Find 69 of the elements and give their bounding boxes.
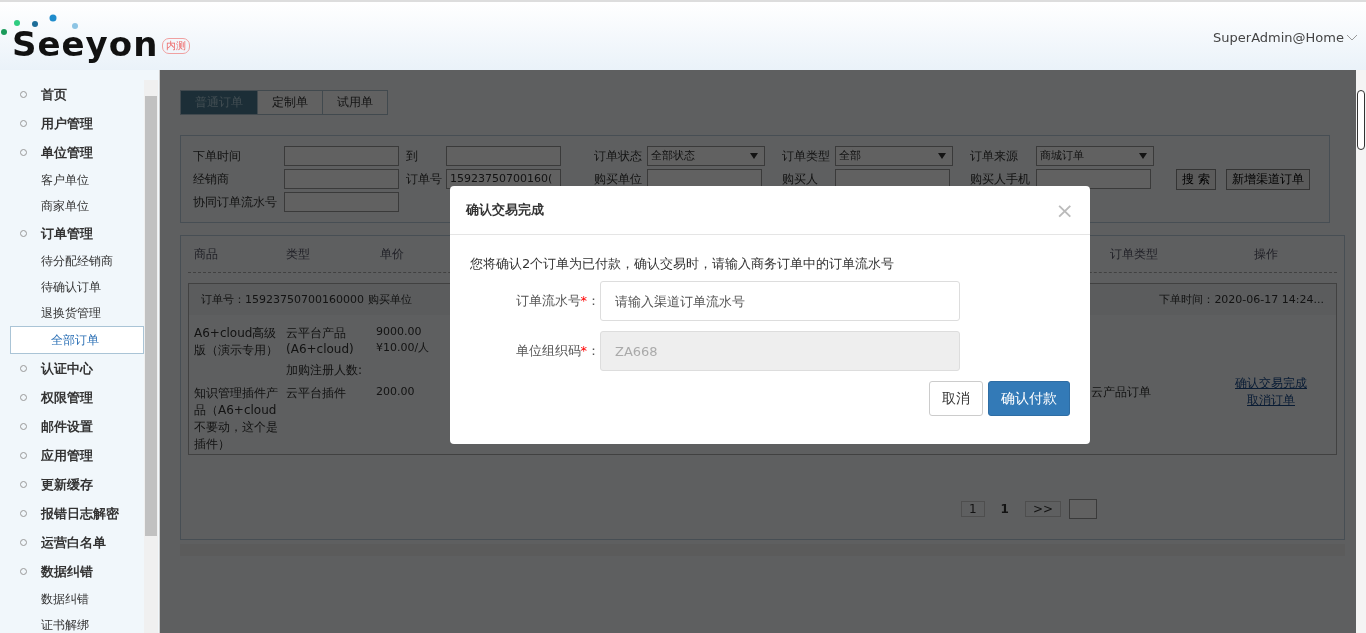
chevron-down-icon: [1346, 33, 1358, 42]
filter-input[interactable]: [835, 169, 950, 189]
page-input[interactable]: [1069, 499, 1097, 519]
filter-label: 购买单位: [594, 170, 643, 188]
filter-label: 订单状态: [594, 147, 643, 165]
product-name: 知识管理插件产品（A6+cloud不要动，这个是插件）: [194, 385, 279, 453]
sidebar-item[interactable]: 运营白名单: [0, 528, 144, 557]
filter-label: 下单时间: [193, 147, 242, 165]
sidebar-item[interactable]: 更新缓存: [0, 470, 144, 499]
user-menu[interactable]: SuperAdmin@Home: [1213, 30, 1358, 45]
logo-wordmark: Seeyon: [12, 24, 159, 64]
sidebar-item[interactable]: 用户管理: [0, 109, 144, 138]
sidebar-item[interactable]: 权限管理: [0, 383, 144, 412]
filter-input[interactable]: [1036, 169, 1151, 189]
sidebar-item[interactable]: 单位管理: [0, 138, 144, 167]
filter-input[interactable]: [284, 192, 399, 212]
window-scrollbar[interactable]: [1356, 70, 1366, 633]
sidebar-item[interactable]: 数据纠错: [0, 557, 144, 586]
buyer-label: 购买单位: [368, 292, 412, 307]
sidebar-item[interactable]: 订单管理: [0, 219, 144, 248]
filter-label: 订单号: [406, 170, 443, 188]
column-header: 类型: [286, 245, 311, 263]
dialog-message: 您将确认2个订单为已付款，确认交易时，请输入商务订单中的订单流水号: [470, 255, 896, 273]
sidebar-subitem[interactable]: 待分配经销商: [0, 248, 144, 274]
dialog-button[interactable]: 取消: [929, 381, 983, 416]
filter-input[interactable]: [284, 146, 399, 166]
dialog-button[interactable]: 确认付款: [988, 381, 1070, 416]
dialog-input[interactable]: 请输入渠道订单流水号: [600, 281, 960, 321]
field-label: 单位组织码*：: [514, 342, 600, 360]
sidebar-item[interactable]: 报错日志解密: [0, 499, 144, 528]
dialog-title: 确认交易完成: [466, 201, 544, 219]
product-type: 云平台产品(A6+cloud): [286, 325, 355, 356]
sidebar-subitem[interactable]: 全部订单: [10, 326, 144, 354]
unit-price: 200.00: [376, 385, 415, 398]
column-header: 单价: [380, 245, 405, 263]
filter-label: 购买人: [782, 170, 819, 188]
sidebar-subitem[interactable]: 待确认订单: [0, 274, 144, 300]
beta-badge: 内测: [162, 38, 191, 54]
filter-input[interactable]: [284, 169, 399, 189]
sidebar-scrollbar[interactable]: [144, 80, 158, 633]
sidebar-subitem[interactable]: 数据纠错: [0, 586, 144, 612]
field-label: 订单流水号*：: [514, 292, 600, 310]
extra-price: ¥10.00/人: [376, 340, 430, 355]
filter-input[interactable]: [446, 146, 561, 166]
sidebar-item[interactable]: 认证中心: [0, 354, 144, 383]
order-number: 订单号：15923750700160000: [201, 292, 364, 307]
sidebar-subitem[interactable]: 商家单位: [0, 193, 144, 219]
column-header: 订单类型: [1110, 245, 1159, 263]
unit-price: 9000.00: [376, 325, 423, 338]
extra-label: 加购注册人数:: [286, 362, 364, 379]
filter-input[interactable]: [647, 169, 762, 189]
order-time: 下单时间：2020-06-17 14:24...: [1159, 292, 1324, 307]
product-name: A6+cloud高级版（演示专用）: [194, 325, 279, 359]
sidebar-subitem[interactable]: 证书解绑: [0, 612, 144, 633]
sidebar-item[interactable]: 首页: [0, 80, 144, 109]
sidebar-item[interactable]: 邮件设置: [0, 412, 144, 441]
filter-label: 订单类型: [782, 147, 831, 165]
filter-label: 订单来源: [970, 147, 1019, 165]
column-header: 商品: [194, 245, 219, 263]
product-type: 云平台插件: [286, 385, 347, 402]
sidebar-subitem[interactable]: 客户单位: [0, 167, 144, 193]
filter-label: 到: [406, 147, 419, 165]
sidebar-item[interactable]: 应用管理: [0, 441, 144, 470]
sidebar-subitem[interactable]: 退换货管理: [0, 300, 144, 326]
order-type: 云产品订单: [1091, 383, 1152, 401]
filter-label: 经销商: [193, 170, 230, 188]
column-header: 操作: [1254, 245, 1279, 263]
filter-label: 协同订单流水号: [193, 193, 278, 211]
filter-label: 购买人手机: [970, 170, 1031, 188]
